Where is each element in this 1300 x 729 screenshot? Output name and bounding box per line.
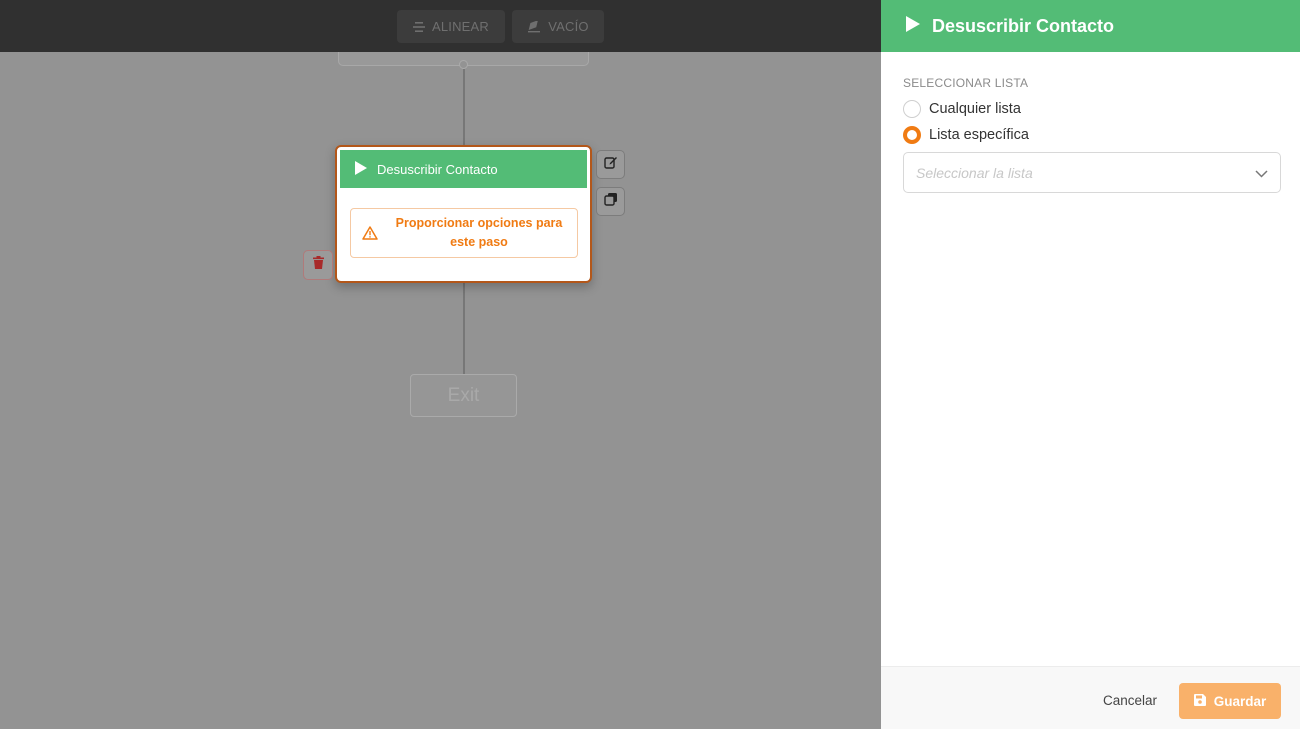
clone-icon — [603, 192, 618, 211]
node-header: Desuscribir Contacto — [340, 150, 587, 188]
edit-node-button[interactable] — [596, 150, 625, 179]
canvas-toolbar: ALINEAR VACÍO — [0, 0, 881, 52]
save-icon — [1193, 693, 1206, 709]
save-button[interactable]: Guardar — [1179, 683, 1281, 719]
radio-any-list[interactable]: Cualquier lista — [903, 100, 1021, 118]
exit-node[interactable]: Exit — [410, 374, 517, 417]
play-icon — [906, 15, 920, 37]
warning-icon — [351, 226, 389, 240]
edit-icon — [603, 155, 618, 174]
workflow-canvas[interactable]: ALINEAR VACÍO Desuscribir Contacto Propo… — [0, 0, 881, 729]
radio-button-checked[interactable] — [903, 126, 921, 144]
panel-header: Desuscribir Contacto — [881, 0, 1300, 52]
panel-footer: Cancelar Guardar — [881, 666, 1300, 729]
save-label: Guardar — [1213, 693, 1267, 709]
clone-node-button[interactable] — [596, 187, 625, 216]
eraser-icon — [527, 20, 541, 33]
radio-label: Lista específica — [929, 127, 1029, 143]
connector-dot[interactable] — [459, 60, 468, 69]
trash-icon — [312, 256, 324, 274]
node-title: Desuscribir Contacto — [377, 161, 498, 177]
empty-label: VACÍO — [548, 19, 589, 34]
align-button[interactable]: ALINEAR — [397, 10, 505, 43]
connector-line — [463, 283, 465, 375]
warning-text: Proporcionar opciones para este paso — [395, 216, 563, 249]
cancel-button[interactable]: Cancelar — [1103, 693, 1157, 708]
align-icon — [412, 21, 425, 33]
select-list-label: SELECCIONAR LISTA — [903, 76, 1029, 90]
step-settings-panel: Desuscribir Contacto SELECCIONAR LISTA C… — [881, 0, 1300, 729]
node-warning: Proporcionar opciones para este paso — [350, 208, 578, 258]
select-placeholder: Seleccionar la lista — [916, 164, 1033, 181]
radio-specific-list[interactable]: Lista específica — [903, 126, 1029, 144]
list-select-dropdown[interactable]: Seleccionar la lista — [903, 152, 1281, 193]
unsubscribe-contact-node[interactable]: Desuscribir Contacto Proporcionar opcion… — [335, 145, 592, 283]
radio-label: Cualquier lista — [929, 101, 1021, 117]
empty-button[interactable]: VACÍO — [512, 10, 604, 43]
play-icon — [355, 160, 367, 178]
radio-button[interactable] — [903, 100, 921, 118]
exit-label: Exit — [447, 384, 480, 406]
delete-node-button[interactable] — [303, 250, 333, 280]
chevron-down-icon — [1255, 165, 1268, 181]
align-label: ALINEAR — [431, 19, 490, 34]
panel-title: Desuscribir Contacto — [932, 15, 1115, 36]
connector-line — [463, 69, 465, 147]
